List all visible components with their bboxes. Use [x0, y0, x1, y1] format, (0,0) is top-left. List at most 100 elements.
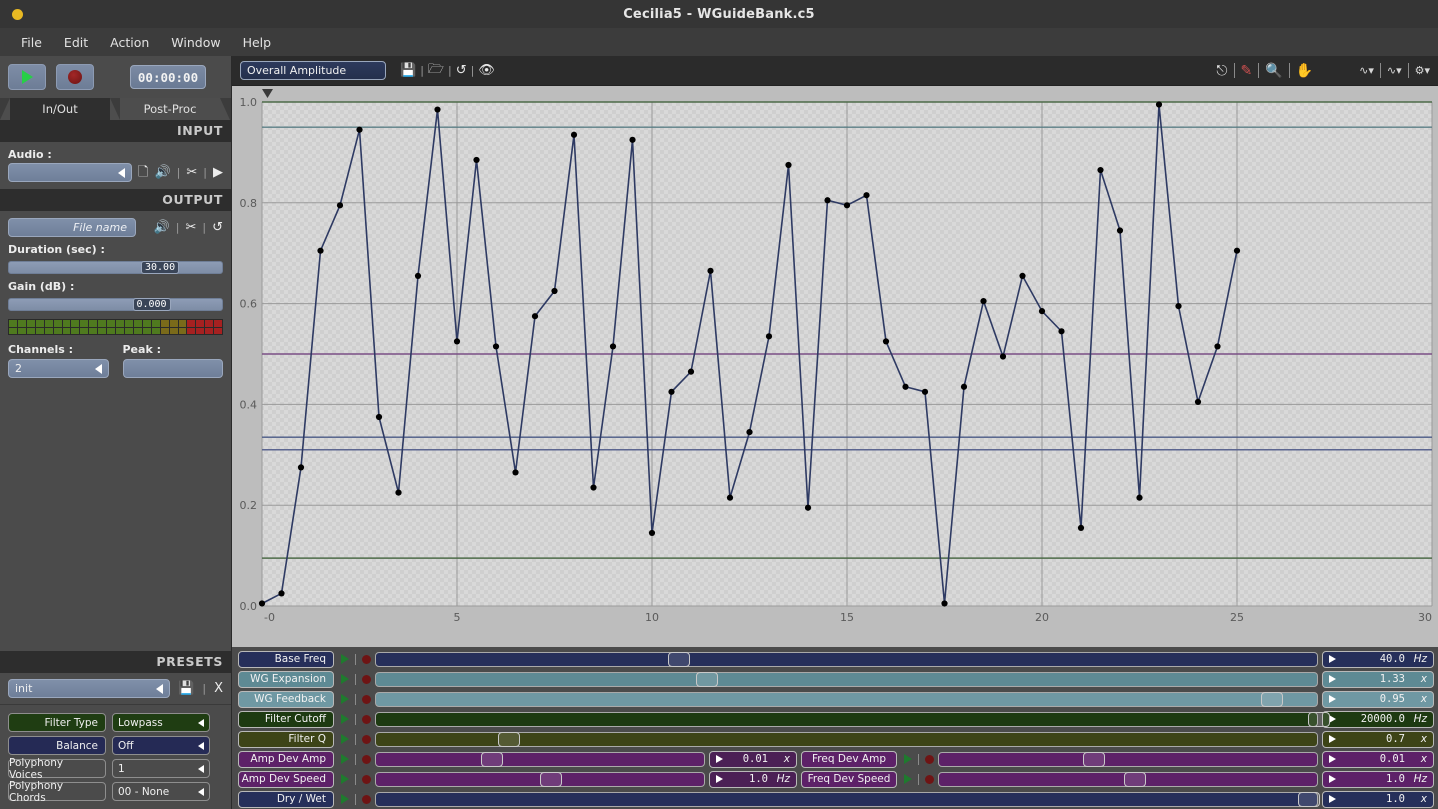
data-point[interactable] — [1077, 524, 1085, 531]
param-play-icon-base-freq[interactable] — [341, 654, 349, 664]
param-record-icon-freq-dev-speed[interactable] — [925, 774, 934, 784]
curve-menu-icon[interactable]: ∿▾ — [1387, 64, 1402, 77]
param-play-icon-filter-q[interactable] — [341, 734, 349, 744]
data-point[interactable] — [297, 464, 305, 471]
data-point[interactable] — [258, 600, 266, 607]
param-play-icon-freq-dev-speed[interactable] — [904, 774, 912, 784]
speaker-icon[interactable]: 🔊 — [154, 166, 170, 179]
menu-item-file[interactable]: File — [10, 32, 53, 53]
config-label-polyphony-chords[interactable]: Polyphony Chords — [8, 780, 106, 804]
config-value-polyphony-voices[interactable]: 1 — [112, 759, 210, 778]
data-point[interactable] — [746, 429, 753, 436]
param-record-icon-filter-q[interactable] — [362, 734, 371, 744]
data-point[interactable] — [921, 388, 929, 395]
param-value-amp-dev-speed[interactable]: 1.0 Hz — [709, 770, 797, 788]
delete-preset-button[interactable]: X — [214, 681, 223, 696]
param-label-amp-dev-speed[interactable]: Amp Dev Speed — [238, 770, 334, 788]
data-point[interactable] — [473, 156, 480, 164]
config-value-balance[interactable]: Off — [112, 736, 210, 755]
data-point[interactable] — [882, 338, 890, 345]
record-button[interactable] — [56, 64, 94, 90]
data-point[interactable] — [707, 267, 714, 274]
eye-icon[interactable]: 👁 — [478, 63, 495, 78]
amplitude-plot-svg[interactable]: 0.0 0.2 0.4 0.6 0.8 1.0 -0 5 10 15 20 25 30 — [232, 86, 1438, 634]
param-slider-handle-dry-wet[interactable] — [1298, 791, 1321, 807]
playhead-marker[interactable] — [262, 89, 273, 98]
data-point[interactable] — [1233, 247, 1241, 254]
param-play-icon-filter-cutoff[interactable] — [341, 714, 349, 724]
preset-popup[interactable]: init — [8, 679, 171, 698]
data-point[interactable] — [863, 192, 870, 199]
config-value-polyphony-chords[interactable]: 00 - None — [112, 782, 210, 801]
folder-icon[interactable]: 🗁 — [428, 60, 444, 82]
data-point[interactable] — [804, 504, 812, 511]
data-point[interactable] — [570, 131, 578, 138]
output-filename-input[interactable]: File name — [8, 218, 136, 237]
file-add-icon[interactable]: 🗋 — [138, 166, 148, 179]
param-slider-base-freq[interactable] — [375, 651, 1318, 667]
data-point[interactable] — [1155, 101, 1163, 108]
data-point[interactable] — [512, 469, 519, 476]
param-slider-filter-q[interactable] — [375, 731, 1318, 747]
param-label-filter-cutoff[interactable]: Filter Cutoff — [238, 710, 334, 728]
channels-popup[interactable]: 2 — [8, 359, 109, 378]
param-slider-amp-dev-amp[interactable] — [375, 751, 705, 767]
data-point[interactable] — [317, 247, 324, 254]
config-label-balance[interactable]: Balance — [8, 736, 106, 755]
curve-select-popup[interactable]: Overall Amplitude — [240, 61, 386, 80]
param-slider-handle-amp-dev-speed[interactable] — [540, 771, 562, 787]
param-slider-handle-freq-dev-speed[interactable] — [1124, 771, 1147, 787]
data-point[interactable] — [1175, 303, 1182, 310]
data-point[interactable] — [1019, 272, 1026, 279]
data-point[interactable] — [492, 343, 500, 350]
param-slider-handle-wg-expansion[interactable] — [695, 671, 718, 687]
play-small-icon[interactable]: ▶ — [213, 166, 223, 179]
param-slider-filter-cutoff[interactable] — [375, 711, 1330, 727]
param-slider-handle-filter-q[interactable] — [498, 731, 521, 747]
pointer-icon[interactable]: ⎋ — [1216, 63, 1227, 79]
param-label-base-freq[interactable]: Base Freq — [238, 650, 334, 668]
data-point[interactable] — [1058, 328, 1065, 335]
param-record-icon-amp-dev-speed[interactable] — [362, 774, 371, 784]
data-point[interactable] — [1214, 343, 1221, 350]
param-slider-handle-amp-dev-amp[interactable] — [480, 751, 503, 767]
data-point[interactable] — [1116, 227, 1124, 234]
config-label-filter-type[interactable]: Filter Type — [8, 713, 106, 732]
scissors-icon[interactable]: ✂ — [186, 166, 197, 179]
data-point[interactable] — [609, 343, 617, 350]
param-record-icon-wg-feedback[interactable] — [362, 694, 371, 704]
undo-icon[interactable]: ↺ — [456, 63, 467, 78]
data-point[interactable] — [785, 161, 792, 169]
duration-slider[interactable]: 30.00 — [8, 261, 223, 274]
param-record-icon-amp-dev-amp[interactable] — [362, 754, 371, 764]
refresh-icon[interactable]: ↺ — [212, 221, 223, 234]
data-point[interactable] — [375, 413, 383, 421]
tab-post-proc[interactable]: Post-Proc — [120, 98, 220, 120]
zoom-icon[interactable]: 🔍 — [1265, 63, 1282, 79]
param-record-icon-dry-wet[interactable] — [362, 794, 371, 804]
data-point[interactable] — [278, 590, 285, 597]
param-label-wg-expansion[interactable]: WG Expansion — [238, 670, 334, 688]
data-point[interactable] — [356, 126, 363, 133]
param-play-icon-dry-wet[interactable] — [341, 794, 349, 804]
amplitude-graph[interactable]: 0.0 0.2 0.4 0.6 0.8 1.0 -0 5 10 15 20 25 30 — [232, 86, 1438, 647]
param-label-dry-wet[interactable]: Dry / Wet — [238, 790, 334, 808]
param-value-wg-expansion[interactable]: 1.33 x — [1322, 670, 1434, 688]
param-value-freq-dev-amp[interactable]: 0.01 x — [1322, 750, 1434, 768]
param-play-icon-amp-dev-speed[interactable] — [341, 774, 349, 784]
param-slider-handle-wg-feedback[interactable] — [1260, 691, 1283, 707]
data-point[interactable] — [765, 333, 773, 340]
save-icon[interactable]: 💾 — [400, 63, 416, 78]
data-point[interactable] — [1194, 398, 1202, 405]
data-point[interactable] — [1038, 308, 1046, 315]
param-label-freq-dev-speed[interactable]: Freq Dev Speed — [801, 770, 897, 788]
param-value-freq-dev-speed[interactable]: 1.0 Hz — [1322, 770, 1434, 788]
param-record-icon-base-freq[interactable] — [362, 654, 371, 664]
param-slider-amp-dev-speed[interactable] — [375, 771, 705, 787]
data-point[interactable] — [414, 272, 422, 279]
data-point[interactable] — [395, 489, 402, 496]
param-play-icon-wg-expansion[interactable] — [341, 674, 349, 684]
data-point[interactable] — [941, 600, 948, 607]
param-label-wg-feedback[interactable]: WG Feedback — [238, 690, 334, 708]
param-slider-wg-expansion[interactable] — [375, 671, 1318, 687]
